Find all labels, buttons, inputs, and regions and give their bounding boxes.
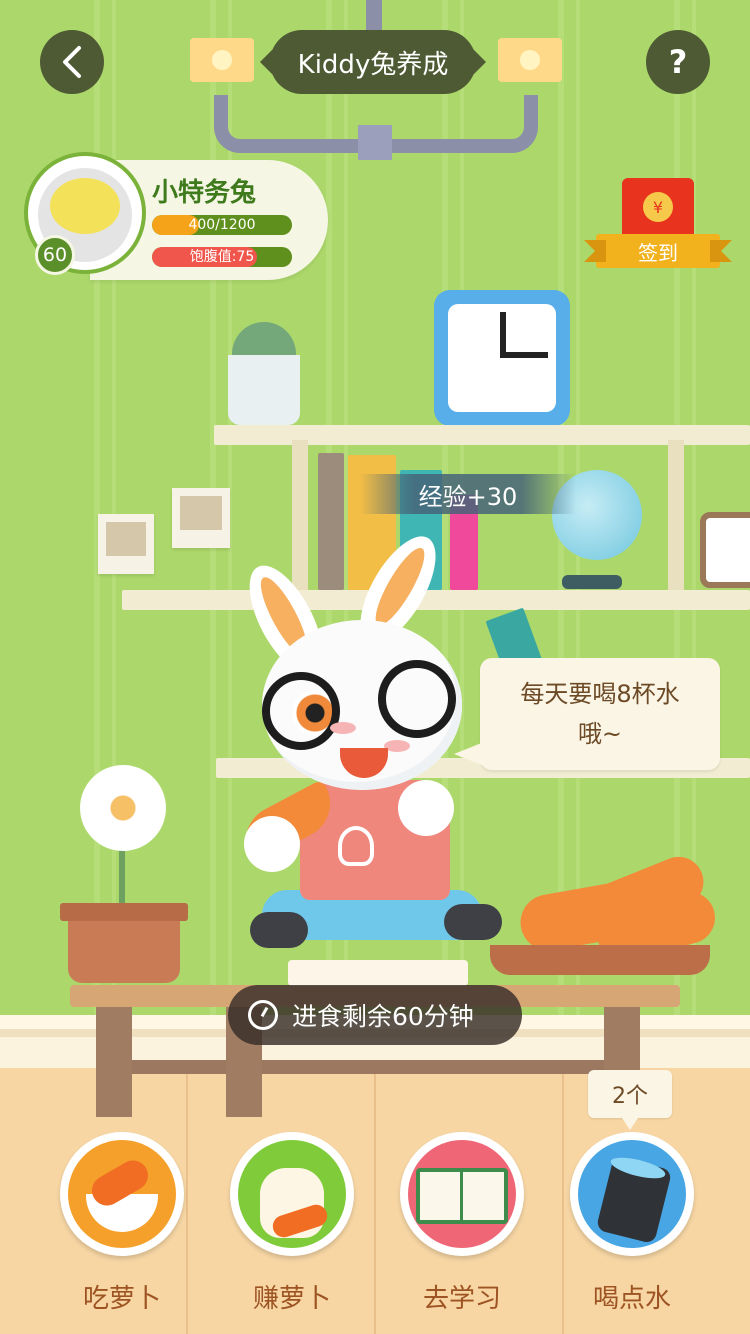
yuan-coin-icon: ¥ xyxy=(643,192,673,222)
water-count-badge: 2个 xyxy=(588,1070,672,1130)
drink-water-button[interactable]: 喝点水 xyxy=(570,1132,694,1315)
action-label: 赚萝卜 xyxy=(252,1284,331,1314)
book-seat xyxy=(288,960,468,986)
action-ring xyxy=(230,1132,354,1256)
bunny-thumbs-up xyxy=(398,780,454,836)
shelf-post xyxy=(292,440,308,600)
carrot-bag-icon xyxy=(238,1140,346,1248)
avatar-face xyxy=(50,178,120,234)
help-button[interactable]: ? xyxy=(646,30,710,94)
bunny-blush xyxy=(330,722,356,734)
globe-stand xyxy=(562,575,622,589)
action-ring xyxy=(60,1132,184,1256)
glasses-left xyxy=(262,672,340,750)
help-icon: ? xyxy=(668,43,688,81)
timer-icon xyxy=(248,1000,278,1030)
book-icon xyxy=(408,1140,516,1248)
daisy-flower xyxy=(80,765,166,851)
water-mug-icon xyxy=(578,1140,686,1248)
shelf-post xyxy=(668,440,684,600)
bunny-shoe xyxy=(250,912,308,948)
action-ring xyxy=(400,1132,524,1256)
back-button[interactable] xyxy=(40,30,104,94)
succulent-pot xyxy=(228,355,300,425)
action-label: 去学习 xyxy=(422,1284,501,1314)
table-crossbar xyxy=(120,1060,640,1074)
table-leg xyxy=(96,1005,132,1117)
bunny-shoe xyxy=(444,904,502,940)
go-study-button[interactable]: 去学习 xyxy=(400,1132,524,1315)
eating-timer: 进食剩余60分钟 xyxy=(228,985,522,1045)
satiety-bar: 饱腹值:75 xyxy=(152,247,292,267)
lamp-left xyxy=(190,38,254,82)
timer-text: 进食剩余60分钟 xyxy=(292,1002,474,1031)
level-badge: 60 xyxy=(35,235,75,275)
experience-bar: 400/1200 xyxy=(152,215,292,235)
action-label: 喝点水 xyxy=(592,1284,671,1314)
middle-shelf xyxy=(122,590,750,610)
chandelier-center xyxy=(358,125,392,160)
lamp-right xyxy=(498,38,562,82)
action-ring xyxy=(570,1132,694,1256)
speech-bubble: 每天要喝8杯水 哦~ xyxy=(454,658,720,770)
bunny-paw xyxy=(244,816,300,872)
wall-photo xyxy=(98,514,154,574)
carrot-bowl-icon xyxy=(68,1140,176,1248)
flower-stem xyxy=(119,845,125,905)
radio xyxy=(700,512,750,588)
experience-gain-text: 经验+30 xyxy=(360,474,576,514)
page-title: Kiddy兔养成 xyxy=(260,30,486,94)
back-arrow-icon xyxy=(63,46,81,78)
flower-pot xyxy=(60,903,188,983)
eat-carrot-button[interactable]: 吃萝卜 xyxy=(60,1132,184,1315)
clock-minute-hand xyxy=(500,352,548,358)
satiety-label: 饱腹值:75 xyxy=(189,249,255,265)
action-label: 吃萝卜 xyxy=(82,1284,161,1314)
pet-nickname: 小特务兔 xyxy=(152,178,257,208)
earn-carrot-button[interactable]: 赚萝卜 xyxy=(230,1132,354,1315)
glasses-right xyxy=(378,660,456,738)
carrot-plate xyxy=(490,945,710,975)
book-spine xyxy=(460,1170,463,1222)
speech-line-2: 哦~ xyxy=(577,720,623,748)
book xyxy=(318,453,344,590)
experience-label: 400/1200 xyxy=(188,217,256,233)
wall-photo xyxy=(172,488,230,548)
speech-line-1: 每天要喝8杯水 xyxy=(520,680,680,708)
checkin-button[interactable]: 签到 xyxy=(584,234,732,268)
bulb-icon xyxy=(338,826,374,866)
